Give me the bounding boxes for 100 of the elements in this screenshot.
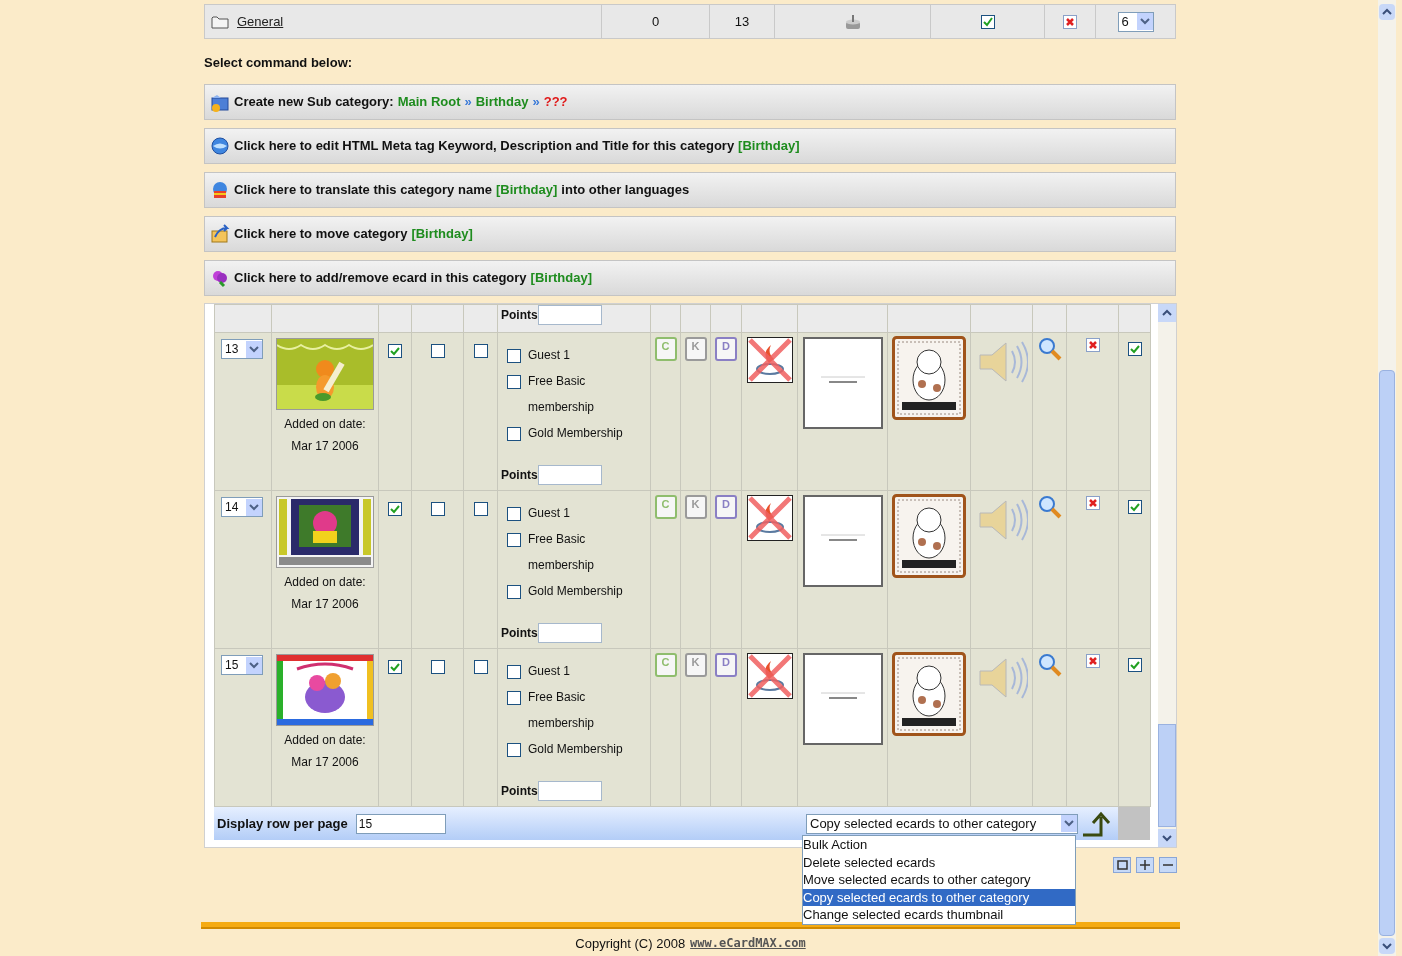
restore-icon[interactable] (1113, 857, 1131, 873)
membership-label: Gold Membership (528, 741, 623, 758)
membership-label: Free Basic membership (528, 373, 596, 416)
checkbox[interactable] (507, 426, 521, 441)
copyright-text: Copyright (C) 2008 (575, 935, 686, 953)
order-select[interactable]: 14 (221, 497, 263, 517)
order-select[interactable]: 13 (221, 339, 263, 359)
points-field[interactable] (537, 305, 602, 325)
cell-text: 13 (734, 12, 750, 31)
category-path: Birthday (475, 93, 529, 112)
points-label: Points (501, 307, 538, 324)
checkbox[interactable] (507, 532, 521, 547)
cell-text: 0 (651, 12, 660, 31)
checkbox[interactable] (473, 660, 488, 674)
folder-arrow-icon (210, 224, 230, 244)
checkbox[interactable] (430, 660, 445, 674)
minus-icon[interactable] (1159, 857, 1177, 873)
dropdown-option[interactable]: Move selected ecards to other category (803, 871, 1075, 889)
flower-icon (210, 268, 230, 288)
date-label: Added on date: (284, 574, 366, 591)
scroll-thumb[interactable] (1158, 724, 1176, 827)
command-bar[interactable]: Click here to edit HTML Meta tag Keyword, Description and Title for this category [Birthday] (204, 128, 1176, 164)
scroll-down-icon[interactable] (1379, 938, 1395, 954)
membership-label: Free Basic membership (528, 689, 596, 732)
rows-per-page-label: Display row per page (217, 814, 348, 833)
scroll-up-icon[interactable] (1158, 304, 1176, 322)
search-icon[interactable] (1037, 495, 1062, 519)
new-folder-icon (210, 92, 230, 112)
command-bar[interactable]: Create new Sub category: Main Root » Birthday » ??? (204, 84, 1176, 120)
crossed-cup-icon[interactable] (746, 337, 793, 383)
dropdown-option[interactable]: Copy selected ecards to other category (803, 888, 1075, 906)
scroll-up-icon[interactable] (1379, 4, 1395, 20)
command-text: Create new Sub category: (234, 93, 394, 112)
checkbox[interactable] (507, 584, 521, 599)
plus-icon[interactable] (1136, 857, 1154, 873)
points-field[interactable] (537, 623, 602, 643)
crossed-cup-icon[interactable] (746, 495, 793, 541)
checkbox[interactable] (1127, 342, 1142, 356)
points-label: Points (501, 783, 538, 800)
bulk-action-select[interactable]: Copy selected ecards to other category (806, 813, 1078, 834)
points-field[interactable] (537, 781, 602, 801)
category-path: Main Root (397, 93, 461, 112)
crossed-cup-icon[interactable] (746, 653, 793, 699)
command-text: Click here to add/remove ecard in this category (234, 269, 527, 288)
globe-flag-icon (210, 180, 230, 200)
order-select[interactable]: 15 (221, 655, 263, 675)
delete-icon[interactable] (1085, 338, 1100, 352)
checkbox[interactable] (430, 344, 445, 358)
delete-icon[interactable] (1085, 654, 1100, 668)
category-path: [Birthday] (495, 181, 558, 200)
checkbox[interactable] (430, 502, 445, 516)
dropdown-option[interactable]: Delete selected ecards (803, 853, 1075, 871)
command-text: Click here to move category (234, 225, 408, 244)
membership-label: Guest 1 (528, 663, 571, 680)
command-text: into other languages (561, 181, 690, 200)
folder-icon (211, 14, 229, 29)
command-bar[interactable]: Click here to translate this category name [Birthday] into other languages (204, 172, 1176, 208)
page-scrollbar[interactable] (1378, 0, 1396, 956)
checkbox[interactable] (1127, 658, 1142, 672)
command-bar[interactable]: Click here to move category [Birthday] (204, 216, 1176, 252)
checkbox[interactable] (1127, 500, 1142, 514)
scroll-down-icon[interactable] (1158, 829, 1176, 847)
table-scrollbar[interactable] (1158, 304, 1176, 847)
delete-icon[interactable] (1085, 496, 1100, 510)
category-path: [Birthday] (530, 269, 592, 288)
command-bar[interactable]: Click here to add/remove ecard in this category [Birthday] (204, 260, 1176, 296)
checkbox[interactable] (507, 664, 521, 679)
checkbox[interactable] (507, 374, 521, 389)
search-icon[interactable] (1037, 337, 1062, 361)
checkbox[interactable] (507, 742, 521, 757)
points-field[interactable] (537, 465, 602, 485)
site-link[interactable]: www.eCardMAX.com (690, 934, 806, 954)
checkbox[interactable] (507, 348, 521, 363)
scroll-thumb[interactable] (1379, 370, 1395, 936)
membership-label: Free Basic membership (528, 531, 596, 574)
date-label: Added on date: (284, 416, 366, 433)
globe-icon (210, 136, 230, 156)
date-text: Mar 17 2006 (291, 596, 359, 613)
checkbox[interactable] (473, 344, 488, 358)
membership-label: Gold Membership (528, 583, 623, 600)
dropdown-option[interactable]: Bulk Action (803, 836, 1075, 854)
checkbox[interactable] (507, 506, 521, 521)
checkbox[interactable] (388, 660, 402, 674)
delete-icon[interactable] (1063, 14, 1077, 29)
checkbox[interactable] (507, 690, 521, 705)
section-label: Select command below: (204, 55, 354, 71)
checkbox[interactable] (473, 502, 488, 516)
category-path: [Birthday] (411, 225, 473, 244)
checkbox[interactable] (388, 502, 402, 516)
search-icon[interactable] (1037, 653, 1062, 677)
order-select[interactable]: 6 (1117, 11, 1154, 32)
path-separator: » (464, 93, 472, 112)
dropdown-option[interactable]: Change selected ecards thumbnail (803, 906, 1075, 924)
rows-per-page-field[interactable]: 15 (355, 813, 446, 834)
unknown-name: ??? (543, 93, 568, 112)
date-text: Mar 17 2006 (291, 438, 359, 455)
category-link[interactable]: General (237, 11, 284, 32)
membership-label: Guest 1 (528, 505, 571, 522)
checkbox[interactable] (388, 344, 402, 358)
date-label: Added on date: (284, 732, 366, 749)
